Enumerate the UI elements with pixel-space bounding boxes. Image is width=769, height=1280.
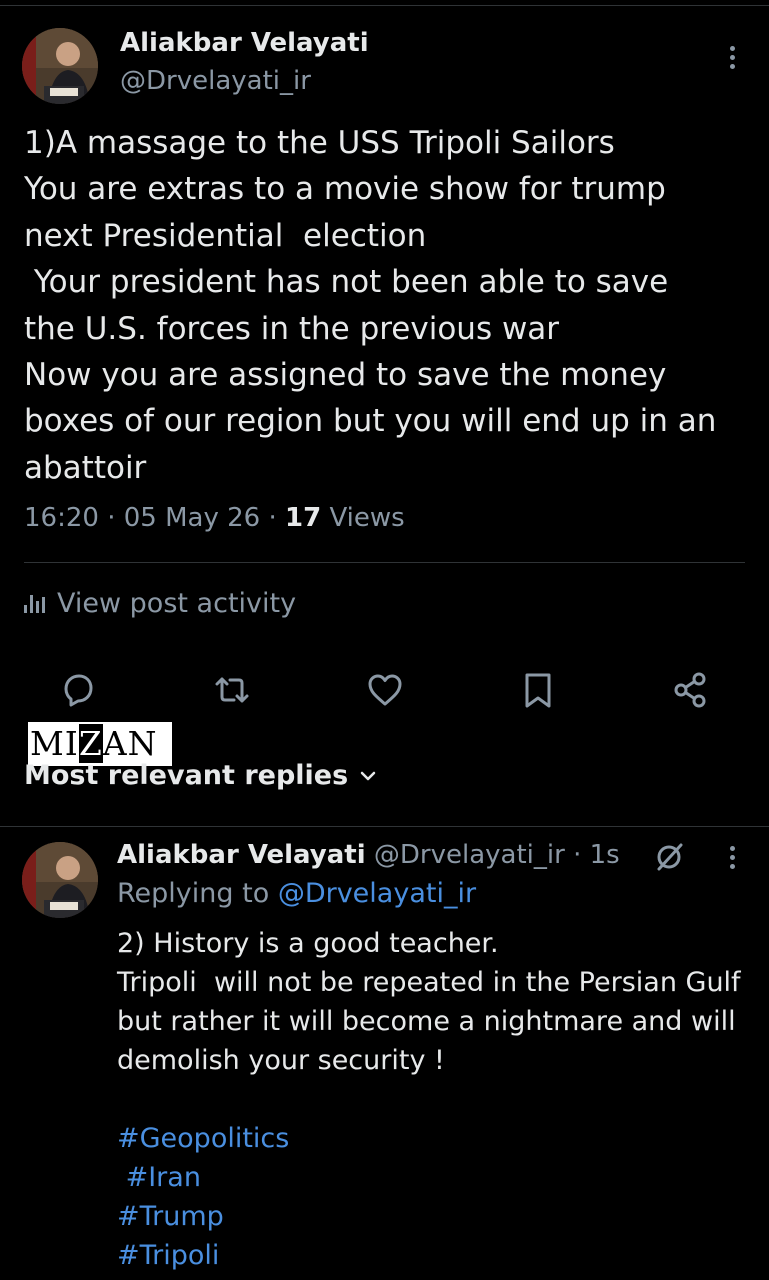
reply-button[interactable] [58, 670, 98, 710]
author-avatar[interactable] [22, 28, 98, 104]
watermark-text: AN [102, 724, 158, 763]
post-time: 16:20 [24, 503, 99, 533]
post-date: 05 May 26 [123, 503, 261, 533]
reply-author-name[interactable]: Aliakbar Velayati [117, 840, 366, 870]
author-name[interactable]: Aliakbar Velayati [120, 28, 369, 58]
author-handle[interactable]: @Drvelayati_ir [120, 66, 311, 96]
post-meta: 16:20 · 05 May 26 · 17 Views [24, 503, 405, 533]
bookmark-icon [525, 673, 551, 708]
replying-to: Replying to @Drvelayati_ir [117, 878, 476, 909]
replying-to-handle-link[interactable]: @Drvelayati_ir [278, 878, 476, 909]
post-text-line: Your president has not been able to save [24, 264, 669, 301]
replies-sort-label: Most relevant replies [24, 760, 349, 791]
post-text-line: boxes of our region but you will end up … [24, 403, 717, 440]
reply-text-line: demolish your security ! [117, 1045, 445, 1076]
reply-more-options-icon[interactable] [727, 846, 737, 873]
analytics-icon [24, 594, 45, 613]
meta-separator: · [98, 503, 124, 533]
like-icon [368, 674, 402, 706]
views-count: 17 [284, 503, 322, 533]
reply-author-handle[interactable]: @Drvelayati_ir [374, 840, 565, 870]
hashtag-link[interactable]: #Geopolitics [117, 1119, 757, 1158]
reply-age: 1s [589, 840, 620, 870]
watermark-text: Z [78, 724, 103, 763]
reply-header: Aliakbar Velayati @Drvelayati_ir · 1s [117, 840, 620, 870]
like-button[interactable] [365, 670, 405, 710]
avatar-photo [22, 842, 98, 918]
replying-to-prefix: Replying to [117, 878, 278, 909]
repost-icon [215, 677, 249, 703]
hashtag-link[interactable]: #Trump [117, 1197, 757, 1236]
reply-author-avatar[interactable] [22, 842, 98, 918]
post-text-line: the U.S. forces in the previous war [24, 310, 560, 347]
meta-separator: · [260, 503, 285, 533]
views-label: Views [329, 503, 405, 533]
repost-button[interactable] [212, 670, 252, 710]
top-divider [0, 5, 769, 6]
post-text-line: You are extras to a movie show for trump [24, 171, 666, 208]
more-options-icon[interactable] [727, 46, 737, 73]
blank-line: ​ [117, 1080, 757, 1119]
reply-text-line: but rather it will become a nightmare an… [117, 1006, 736, 1037]
share-icon [674, 672, 706, 708]
post-text: 1)A massage to the USS Tripoli Sailors Y… [24, 120, 754, 491]
meta-divider [24, 562, 745, 563]
post-text-line: next Presidential election [24, 217, 427, 254]
reply-text: 2) History is a good teacher. Tripoli wi… [117, 924, 757, 1275]
chevron-down-icon [360, 771, 376, 780]
bookmark-button[interactable] [518, 670, 558, 710]
post-text-line: Now you are assigned to save the money [24, 357, 667, 394]
avatar-photo [22, 28, 98, 104]
meta-separator: · [564, 840, 590, 870]
grok-icon[interactable] [654, 842, 684, 872]
view-post-activity-label: View post activity [57, 588, 297, 619]
watermark-text: MI [30, 724, 79, 763]
share-button[interactable] [670, 670, 710, 710]
replies-sort-dropdown[interactable]: Most relevant replies [24, 760, 376, 791]
app-screen: Aliakbar Velayati @Drvelayati_ir 1)A mas… [0, 0, 769, 1280]
hashtag-link[interactable]: #Iran [117, 1158, 757, 1197]
post-text-line: 1)A massage to the USS Tripoli Sailors [24, 125, 615, 161]
hashtag-link[interactable]: #Tripoli [117, 1236, 757, 1275]
post-text-line: abattoir [24, 449, 147, 486]
view-post-activity-link[interactable]: View post activity [24, 588, 296, 619]
replies-divider [0, 826, 769, 827]
reply-text-line: 2) History is a good teacher. [117, 928, 499, 959]
reply-text-line: Tripoli will not be repeated in the Pers… [117, 967, 741, 998]
reply-icon [64, 674, 93, 707]
